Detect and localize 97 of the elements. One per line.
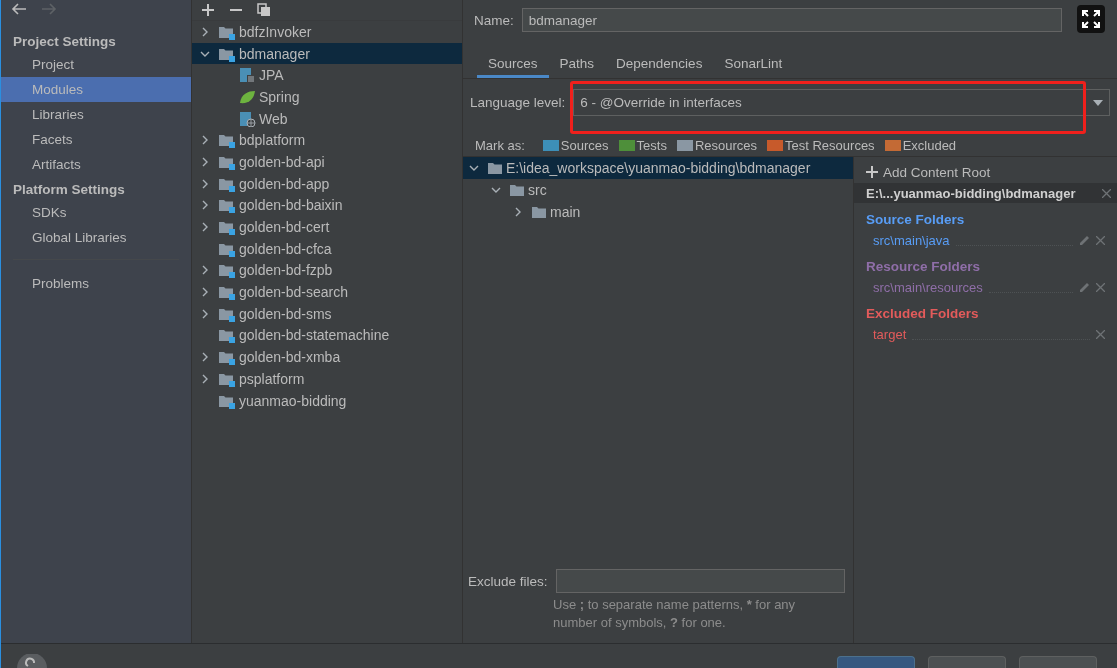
web-facet-icon (239, 110, 256, 127)
close-icon (1102, 188, 1111, 198)
module-folder-icon (218, 284, 236, 301)
jpa-facet-icon (239, 67, 256, 84)
language-level-dropdown[interactable]: 6 - @Override in interfaces (573, 89, 1110, 116)
chevron-right-icon (200, 373, 210, 384)
chevron-right-icon (200, 352, 210, 363)
leaf-icon (239, 88, 256, 105)
folder-section-title: Excluded Folders (865, 305, 980, 323)
chevron-right-icon (200, 26, 210, 37)
copy-icon (257, 3, 271, 17)
mark-as-button[interactable]: Tests (618, 137, 667, 153)
module-tree-item[interactable]: golden-bd-app (192, 172, 462, 195)
module-tree-item[interactable]: bdmanager (192, 42, 462, 65)
sidebar-item[interactable]: SDKs (1, 200, 191, 225)
chevron-right-icon (200, 178, 210, 189)
name-label: Name: (474, 12, 514, 28)
sidebar-item[interactable]: Artifacts (1, 152, 191, 177)
content-root-path: E:\...yuanmao-bidding\bdmanager (866, 185, 1076, 201)
module-folder-icon (218, 197, 236, 214)
module-folder-icon (218, 327, 236, 344)
chevron-right-icon (200, 156, 210, 167)
tab[interactable]: Dependencies (605, 48, 714, 78)
folder-section-title: Resource Folders (865, 258, 982, 276)
chevron-right-icon (200, 135, 210, 146)
chevron-right-icon (200, 265, 210, 276)
module-folder-icon (218, 349, 236, 366)
tab[interactable]: SonarLint (713, 48, 794, 78)
folder-icon (531, 204, 547, 220)
help-icon (17, 654, 47, 668)
sidebar-item[interactable]: Global Libraries (1, 225, 191, 250)
name-field[interactable]: bdmanager (521, 8, 1062, 32)
close-icon (1096, 235, 1105, 245)
folder-path: target (873, 326, 907, 342)
chevron-down-icon (469, 163, 479, 173)
dialog-button[interactable] (928, 656, 1006, 668)
exclude-files-label: Exclude files: (468, 573, 548, 589)
facet-tree-item[interactable]: Spring (192, 86, 462, 108)
facet-tree-item[interactable]: JPA (192, 64, 462, 87)
back-arrow-icon (11, 3, 27, 15)
dropdown-caret-icon (1093, 99, 1103, 106)
language-level-label: Language level: (470, 95, 566, 110)
mark-as-button[interactable]: Sources (542, 137, 609, 153)
module-tree-item[interactable]: golden-bd-cfca (192, 237, 462, 260)
chevron-right-icon (200, 287, 210, 298)
content-tree-item[interactable]: E:\idea_workspace\yuanmao-bidding\bdmanager (463, 157, 853, 179)
module-tree-item[interactable]: psplatform (192, 368, 462, 390)
mark-as-label: Mark as: (475, 137, 525, 153)
mark-as-button[interactable]: Excluded (884, 137, 957, 153)
module-tree-item[interactable]: golden-bd-cert (192, 216, 462, 238)
dialog-button[interactable] (837, 656, 915, 668)
module-tree-item[interactable]: golden-bd-fzpb (192, 259, 462, 282)
chevron-right-icon (200, 222, 210, 233)
content-tree-item[interactable]: src (463, 179, 853, 201)
plus-icon (866, 166, 878, 178)
module-folder-icon (218, 132, 236, 149)
facet-tree-item[interactable]: Web (192, 107, 462, 130)
hint-text: Use ; to separate name patterns, * for any number of symbols, ? for one. (552, 596, 797, 632)
forward-arrow-icon (41, 3, 57, 15)
folder-path: src\main\java (873, 232, 950, 248)
module-tree-item[interactable]: golden-bd-xmba (192, 346, 462, 368)
tab[interactable]: Sources (477, 48, 549, 78)
content-tree-item[interactable]: main (463, 201, 853, 223)
module-tree-item[interactable]: yuanmao-bidding (192, 389, 462, 412)
folder-path: src\main\resources (873, 279, 983, 295)
module-tree-item[interactable]: golden-bd-baixin (192, 194, 462, 217)
module-tree-item[interactable]: golden-bd-statemachine (192, 324, 462, 347)
sidebar-item[interactable]: Project (1, 52, 191, 77)
folder-icon (509, 182, 525, 198)
module-tree-item[interactable]: bdplatform (192, 129, 462, 152)
module-tree-item[interactable]: golden-bd-sms (192, 302, 462, 325)
folder-icon (487, 160, 503, 176)
module-tree-item[interactable]: golden-bd-search (192, 281, 462, 303)
folder-section-title: Source Folders (865, 211, 966, 229)
close-icon (1096, 329, 1105, 339)
section-heading: Project Settings (12, 33, 117, 51)
tab[interactable]: Paths (548, 48, 606, 78)
module-folder-icon (218, 219, 236, 236)
mark-as-button[interactable]: Resources (676, 137, 758, 153)
sidebar-item[interactable]: Problems (1, 271, 191, 296)
chevron-right-icon (200, 308, 210, 319)
module-tree-item[interactable]: golden-bd-api (192, 151, 462, 173)
add-icon (201, 3, 215, 17)
sidebar-item[interactable]: Libraries (1, 102, 191, 127)
exclude-files-field[interactable] (555, 569, 845, 593)
fullscreen-icon[interactable] (1077, 5, 1105, 33)
add-content-root-button[interactable]: Add Content Root (854, 161, 1117, 183)
chevron-right-icon (513, 207, 523, 217)
module-tree-item[interactable]: bdfzInvoker (192, 21, 462, 43)
close-icon (1096, 282, 1105, 292)
sidebar-item[interactable]: Facets (1, 127, 191, 152)
mark-as-button[interactable]: Test Resources (767, 137, 875, 153)
chevron-down-icon (491, 185, 501, 195)
chevron-right-icon (200, 200, 210, 211)
section-heading: Platform Settings (12, 181, 126, 199)
module-folder-icon (218, 262, 236, 279)
dialog-button[interactable] (1019, 656, 1097, 668)
